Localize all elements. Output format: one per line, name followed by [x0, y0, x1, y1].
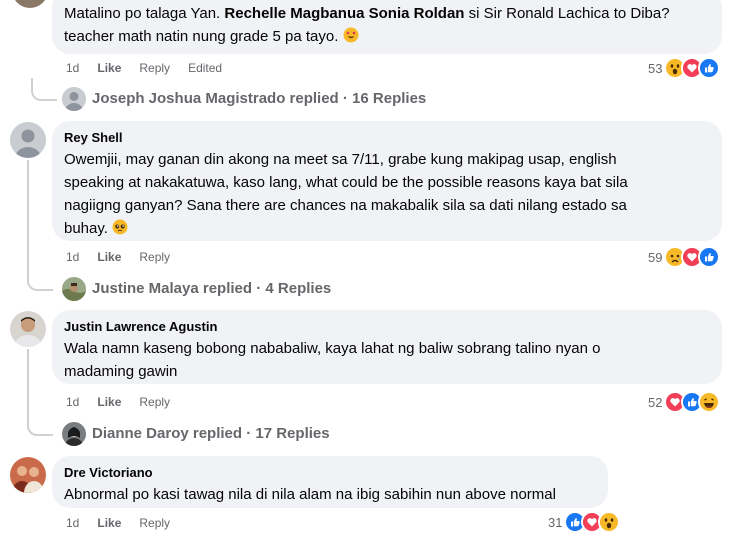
comment-timestamp[interactable]: 1d — [66, 61, 79, 75]
reaction-count: 31 — [548, 514, 563, 530]
view-replies-link[interactable]: Dianne Daroy replied · 17 Replies — [92, 425, 330, 442]
like-button[interactable]: Like — [97, 395, 121, 409]
comment-bubble: Justin Lawrence Agustin Wala namn kaseng… — [52, 310, 722, 384]
thread-connector — [27, 349, 53, 436]
like-icon — [698, 57, 721, 79]
avatar[interactable] — [10, 122, 46, 158]
comment-actions: 1d Like Reply — [66, 516, 170, 530]
like-button[interactable]: Like — [97, 61, 121, 75]
avatar[interactable] — [62, 277, 86, 301]
like-icon — [698, 246, 721, 268]
avatar[interactable] — [10, 311, 46, 347]
comment-text: Wala namn kaseng bobong nababaliw, kaya … — [64, 340, 601, 380]
reply-button[interactable]: Reply — [139, 395, 170, 409]
haha-icon — [698, 391, 721, 413]
comment-bubble: Dre Victoriano Abnormal po kasi tawag ni… — [52, 456, 608, 508]
like-button[interactable]: Like — [97, 516, 121, 530]
comment-bubble: Matalino po talaga Yan. Rechelle Magbanu… — [52, 0, 722, 54]
pleading-face-emoji-icon — [112, 219, 128, 235]
comment-author[interactable]: Rey Shell — [64, 129, 710, 146]
comment-text: Owemjii, may ganan din akong na meet sa … — [64, 151, 628, 237]
heart-eyes-emoji-icon — [343, 27, 359, 43]
comment-timestamp[interactable]: 1d — [66, 395, 79, 409]
reaction-summary[interactable]: 59 — [648, 246, 721, 268]
reaction-count: 59 — [648, 249, 663, 265]
reply-button[interactable]: Reply — [139, 516, 170, 530]
reply-button[interactable]: Reply — [139, 250, 170, 264]
avatar[interactable] — [62, 87, 86, 111]
comment-text: Matalino po talaga Yan. Rechelle Magbanu… — [64, 5, 670, 45]
view-replies-link[interactable]: Justine Malaya replied · 4 Replies — [92, 280, 331, 297]
mention-link[interactable]: Rechelle Magbanua Sonia Roldan — [224, 5, 464, 22]
comment-actions: 1d Like Reply — [66, 395, 170, 409]
avatar[interactable] — [62, 422, 86, 446]
reply-button[interactable]: Reply — [139, 61, 170, 75]
comment-actions: 1d Like Reply — [66, 250, 170, 264]
avatar[interactable] — [12, 0, 48, 8]
reaction-summary[interactable]: 53 — [648, 57, 721, 79]
comment-timestamp[interactable]: 1d — [66, 250, 79, 264]
comment-bubble: Rey Shell Owemjii, may ganan din akong n… — [52, 121, 722, 241]
reaction-summary[interactable]: 52 — [648, 391, 721, 413]
comment-text: Abnormal po kasi tawag nila di nila alam… — [64, 486, 556, 503]
avatar[interactable] — [10, 457, 46, 493]
wow-icon — [598, 511, 621, 533]
reaction-count: 53 — [648, 60, 663, 76]
comment-author[interactable]: Justin Lawrence Agustin — [64, 318, 710, 335]
thread-connector — [27, 160, 53, 291]
thread-connector — [31, 78, 57, 101]
comment-actions: 1d Like Reply Edited — [66, 61, 222, 75]
reaction-summary[interactable]: 31 — [548, 511, 621, 533]
view-replies-link[interactable]: Joseph Joshua Magistrado replied · 16 Re… — [92, 90, 426, 107]
edited-label: Edited — [188, 61, 223, 75]
comment-author[interactable]: Dre Victoriano — [64, 464, 596, 481]
reaction-count: 52 — [648, 394, 663, 410]
like-button[interactable]: Like — [97, 250, 121, 264]
comment-timestamp[interactable]: 1d — [66, 516, 79, 530]
